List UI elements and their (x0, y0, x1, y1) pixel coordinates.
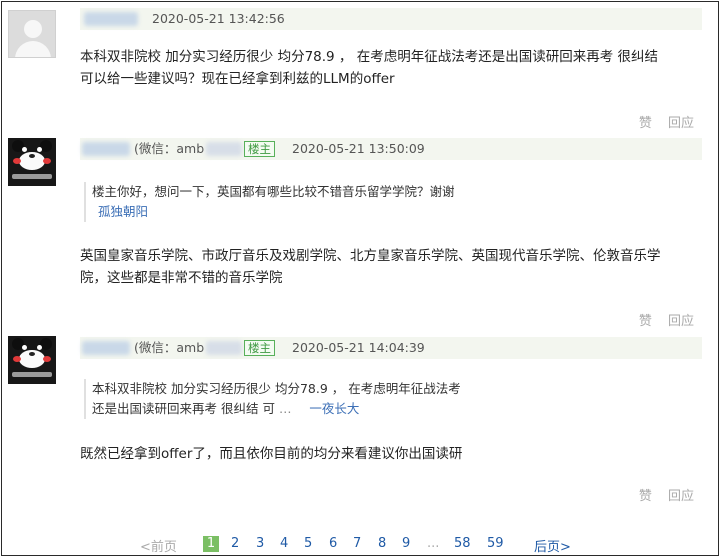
wechat-id-blurred (206, 142, 242, 156)
quoted-author-link[interactable]: 孤独朝阳 (98, 204, 148, 219)
reply-button[interactable]: 回应 (668, 314, 694, 329)
owner-badge: 楼主 (244, 340, 275, 356)
comment-meta-bar: 2020-05-21 13:42:56 (80, 8, 702, 30)
owner-badge: 楼主 (244, 141, 275, 157)
avatar-kumamon[interactable] (8, 336, 56, 384)
comment-timestamp: 2020-05-21 13:42:56 (152, 11, 285, 26)
avatar-default-user[interactable] (8, 10, 56, 58)
page-current: 1 (203, 536, 219, 552)
page-link[interactable]: 5 (304, 536, 312, 551)
quote-expand-ellipsis[interactable]: … (279, 401, 292, 416)
page-link[interactable]: 3 (256, 536, 264, 551)
quoted-reply: 楼主你好，想问一下，英国都有哪些比较不错音乐留学学院？谢谢 孤独朝阳 (84, 182, 644, 222)
reply-button[interactable]: 回应 (668, 489, 694, 504)
page-link[interactable]: 6 (329, 536, 337, 551)
page-link[interactable]: 59 (487, 536, 504, 551)
comment-thread: 2020-05-21 13:42:56 本科双非院校 加分实习经历很少 均分78… (1, 1, 719, 556)
comment-actions: 赞 回应 (627, 485, 694, 504)
comment-body: 本科双非院校 加分实习经历很少 均分78.9 ， 在考虑明年征战法考还是出国读研… (80, 49, 659, 87)
page-ellipsis: ... (427, 536, 440, 551)
wechat-label: (微信：amb (134, 340, 205, 355)
reply-button[interactable]: 回应 (668, 116, 694, 131)
avatar-kumamon[interactable] (8, 138, 56, 186)
comment-meta-bar: (微信：amb 楼主 2020-05-21 14:04:39 (80, 337, 702, 359)
page-link[interactable]: 9 (402, 536, 410, 551)
like-button[interactable]: 赞 (639, 116, 652, 131)
pagination: <前页 1 2 3 4 5 6 7 8 9 ... 58 59 后页> (2, 534, 720, 555)
page-link[interactable]: 2 (231, 536, 239, 551)
page-link[interactable]: 58 (454, 536, 471, 551)
wechat-id-blurred (206, 341, 242, 355)
username-blurred[interactable] (82, 142, 130, 156)
prev-page-button: <前页 (140, 540, 177, 555)
comment-body: 英国皇家音乐学院、市政厅音乐及戏剧学院、北方皇家音乐学院、英国现代音乐学院、伦敦… (80, 248, 661, 286)
comment-actions: 赞 回应 (627, 112, 694, 131)
wechat-label: (微信：amb (134, 141, 205, 156)
page-link[interactable]: 8 (378, 536, 386, 551)
quoted-author-link[interactable]: 一夜长大 (309, 401, 359, 416)
like-button[interactable]: 赞 (639, 314, 652, 329)
comment-timestamp: 2020-05-21 14:04:39 (292, 340, 425, 355)
comment-timestamp: 2020-05-21 13:50:09 (292, 141, 425, 156)
page-link[interactable]: 7 (353, 536, 361, 551)
comment-body: 既然已经拿到offer了，而且依你目前的均分来看建议你出国读研 (80, 446, 463, 462)
comment-meta-bar: (微信：amb 楼主 2020-05-21 13:50:09 (80, 138, 702, 160)
comment-actions: 赞 回应 (627, 310, 694, 329)
username-blurred[interactable] (82, 341, 130, 355)
page-link[interactable]: 4 (280, 536, 288, 551)
next-page-button[interactable]: 后页> (534, 536, 571, 555)
like-button[interactable]: 赞 (639, 489, 652, 504)
username-blurred[interactable] (84, 12, 138, 26)
quoted-reply: 本科双非院校 加分实习经历很少 均分78.9 ， 在考虑明年征战法考 还是出国读… (84, 379, 644, 419)
user-silhouette-icon (24, 20, 42, 38)
